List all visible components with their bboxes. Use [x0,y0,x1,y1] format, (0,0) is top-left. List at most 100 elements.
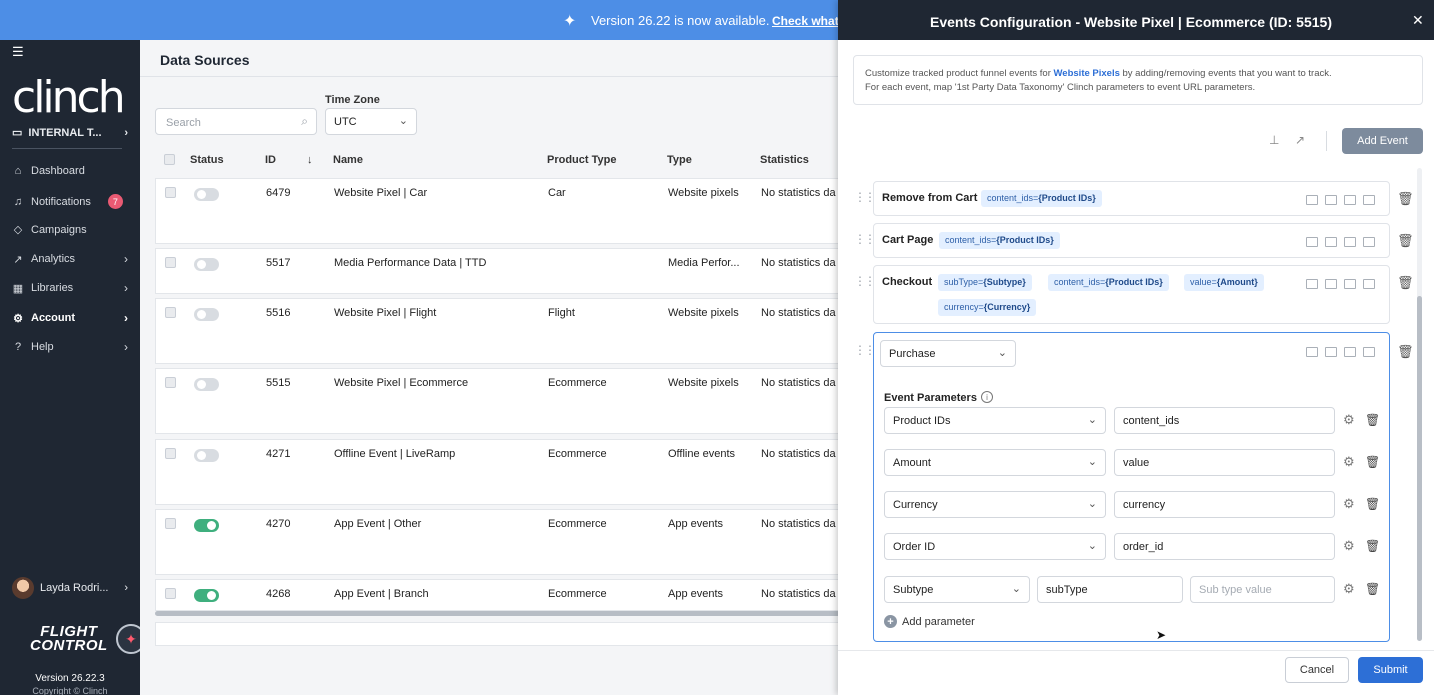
row-checkbox[interactable] [165,518,176,529]
code-icon[interactable] [1306,347,1318,357]
vertical-scrollbar[interactable] [1417,168,1422,641]
menu-icon[interactable]: ☰ [12,44,24,60]
banner-link[interactable]: Check what's [772,14,848,28]
sidebar-item-libraries[interactable]: ▦ Libraries › [12,281,128,295]
trend-icon[interactable]: ↗ [1295,133,1305,147]
sidebar-item-campaigns[interactable]: ◇ Campaigns [12,223,128,237]
event-type-select[interactable]: Purchase ⌄ [880,340,1016,367]
info-icon[interactable]: i [981,391,993,403]
param-field-select[interactable]: Order ID ⌄ [884,533,1106,560]
drag-handle-icon[interactable]: ⋮⋮ [854,274,876,288]
trash-icon[interactable]: 🗑 [1365,497,1380,511]
trash-icon[interactable]: 🗑 [1397,233,1414,249]
trash-icon[interactable]: 🗑 [1365,413,1380,427]
drag-handle-icon[interactable]: ⋮⋮ [854,232,876,246]
table-icon[interactable] [1325,195,1337,205]
table-row[interactable]: 4270 App Event | Other Ecommerce App eve… [155,509,840,575]
add-event-button[interactable]: Add Event [1342,128,1423,154]
subtype-field-select[interactable]: Subtype ⌄ [884,576,1030,603]
row-name[interactable]: App Event | Other [334,518,421,530]
row-name[interactable]: App Event | Branch [334,588,429,600]
status-toggle[interactable] [194,258,219,271]
column-product-type[interactable]: Product Type [547,154,616,166]
sidebar-item-help[interactable]: ? Help › [12,340,128,354]
trash-icon[interactable]: 🗑 [1397,275,1414,291]
sidebar-item-dashboard[interactable]: ⌂ Dashboard [12,165,128,177]
param-key-input[interactable]: content_ids [1114,407,1335,434]
gear-icon[interactable]: ⚙ [1343,412,1355,428]
status-toggle[interactable] [194,308,219,321]
status-toggle[interactable] [194,188,219,201]
row-name[interactable]: Website Pixel | Car [334,187,427,199]
column-statistics[interactable]: Statistics [760,154,809,166]
sort-down-icon[interactable]: ↓ [307,154,313,166]
row-name[interactable]: Website Pixel | Ecommerce [334,377,468,389]
status-toggle[interactable] [194,378,219,391]
copy-icon[interactable] [1363,347,1375,357]
image-icon[interactable] [1344,237,1356,247]
timezone-select[interactable]: UTC ⌄ [325,108,417,135]
trash-icon[interactable]: 🗑 [1365,455,1380,469]
image-icon[interactable] [1344,347,1356,357]
subtype-key-input[interactable]: subType [1037,576,1183,603]
column-id[interactable]: ID [265,154,276,166]
code-icon[interactable] [1306,237,1318,247]
row-checkbox[interactable] [165,187,176,198]
subtype-value-input[interactable]: Sub type value [1190,576,1335,603]
row-checkbox[interactable] [165,307,176,318]
table-icon[interactable] [1325,279,1337,289]
submit-button[interactable]: Submit [1358,657,1423,683]
import-icon[interactable]: ⊥ [1269,133,1279,147]
row-checkbox[interactable] [165,377,176,388]
close-icon[interactable]: ✕ [1412,12,1424,29]
table-row[interactable]: 4268 App Event | Branch Ecommerce App ev… [155,579,840,611]
gear-icon[interactable]: ⚙ [1343,581,1355,597]
param-field-select[interactable]: Currency ⌄ [884,491,1106,518]
sidebar-item-analytics[interactable]: ↗ Analytics › [12,252,128,266]
trash-icon[interactable]: 🗑 [1397,191,1414,207]
column-status[interactable]: Status [190,154,224,166]
gear-icon[interactable]: ⚙ [1343,454,1355,470]
table-row[interactable]: 4271 Offline Event | LiveRamp Ecommerce … [155,439,840,505]
image-icon[interactable] [1344,195,1356,205]
image-icon[interactable] [1344,279,1356,289]
column-type[interactable]: Type [667,154,692,166]
event-card[interactable]: Remove from Cart content_ids={Product ID… [873,181,1390,216]
copy-icon[interactable] [1363,279,1375,289]
event-card[interactable]: Checkout subType={Subtype} content_ids={… [873,265,1390,324]
table-row[interactable]: 5516 Website Pixel | Flight Flight Websi… [155,298,840,364]
trash-icon[interactable]: 🗑 [1397,344,1414,360]
drag-handle-icon[interactable]: ⋮⋮ [854,343,876,357]
sidebar-item-notifications[interactable]: ♫ Notifications 7 [12,194,128,209]
copy-icon[interactable] [1363,237,1375,247]
drag-handle-icon[interactable]: ⋮⋮ [854,190,876,204]
row-name[interactable]: Media Performance Data | TTD [334,257,486,269]
status-toggle[interactable] [194,449,219,462]
table-icon[interactable] [1325,237,1337,247]
gear-icon[interactable]: ⚙ [1343,496,1355,512]
copy-icon[interactable] [1363,195,1375,205]
user-menu[interactable]: Layda Rodri... › [12,577,128,599]
gear-icon[interactable]: ⚙ [1343,538,1355,554]
param-key-input[interactable]: value [1114,449,1335,476]
param-field-select[interactable]: Product IDs ⌄ [884,407,1106,434]
param-key-input[interactable]: order_id [1114,533,1335,560]
status-toggle[interactable] [194,519,219,532]
param-key-input[interactable]: currency [1114,491,1335,518]
trash-icon[interactable]: 🗑 [1365,582,1380,596]
org-switcher[interactable]: ▭ INTERNAL T... › [12,126,128,140]
table-row[interactable]: 5517 Media Performance Data | TTD Media … [155,248,840,294]
horizontal-scrollbar[interactable] [155,611,840,616]
scrollbar-thumb[interactable] [1417,296,1422,641]
cancel-button[interactable]: Cancel [1285,657,1349,683]
sidebar-item-account[interactable]: ⚙ Account › [12,311,128,325]
table-row[interactable]: 6479 Website Pixel | Car Car Website pix… [155,178,840,244]
row-name[interactable]: Website Pixel | Flight [334,307,436,319]
add-parameter-button[interactable]: + Add parameter [884,615,975,628]
param-field-select[interactable]: Amount ⌄ [884,449,1106,476]
row-name[interactable]: Offline Event | LiveRamp [334,448,455,460]
select-all-checkbox[interactable] [164,154,175,165]
row-checkbox[interactable] [165,588,176,599]
code-icon[interactable] [1306,195,1318,205]
row-checkbox[interactable] [165,448,176,459]
